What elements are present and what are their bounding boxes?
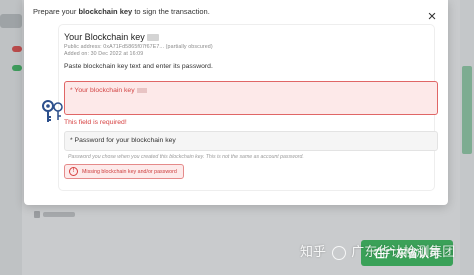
close-icon: ×: [427, 8, 437, 25]
key-name-redacted: [146, 34, 159, 42]
watermark-logo-icon: [331, 245, 346, 260]
blockchain-key-error: This field is required!: [64, 119, 127, 126]
password-hint: Password you chose when you created this…: [68, 154, 304, 160]
modal-header: Prepare your blockchain key to sign the …: [33, 7, 210, 16]
error-alert: ! Missing blockchain key and/or password: [64, 164, 184, 179]
added-on: Added on: 30 Dec 2022 at 16:09: [64, 51, 144, 57]
error-icon: !: [69, 167, 78, 176]
background-sidebar-item: [0, 14, 22, 28]
blockchain-key-icon: [42, 100, 63, 122]
key-title-text: Your Blockchain key: [64, 32, 145, 42]
blockchain-key-input[interactable]: * Your blockchain key: [64, 81, 438, 115]
modal-header-prefix: Prepare your: [33, 7, 79, 16]
watermark-right: 广东华认检测集团: [351, 244, 456, 259]
background-scroll-area: [460, 0, 474, 275]
watermark: 知乎 广东华认检测集团: [300, 241, 455, 260]
background-footer-icon: [34, 211, 40, 218]
blockchain-key-label: * Your blockchain key: [70, 87, 147, 94]
modal-header-bold: blockchain key: [78, 7, 133, 16]
blockchain-key-redacted: [136, 87, 147, 93]
public-address: Public address: 0xA71Fd5865f07f67E7... (…: [64, 44, 213, 50]
password-label: * Password for your blockchain key: [70, 137, 176, 144]
background-status-dot-red: [12, 46, 22, 52]
background-footer-text: [43, 212, 75, 217]
modal-header-suffix: to sign the transaction.: [132, 7, 210, 16]
close-button[interactable]: ×: [425, 8, 439, 25]
background-sidebar: [0, 0, 22, 275]
error-alert-text: Missing blockchain key and/or password: [82, 168, 177, 175]
watermark-left: 知乎: [300, 244, 327, 259]
background-green-bar: [462, 66, 472, 154]
blockchain-key-label-text: * Your blockchain key: [70, 87, 135, 94]
instructions: Paste blockchain key text and enter its …: [64, 63, 213, 70]
password-input[interactable]: * Password for your blockchain key: [64, 131, 438, 151]
key-title: Your Blockchain key: [64, 32, 159, 42]
background-status-dot-green: [12, 65, 22, 71]
